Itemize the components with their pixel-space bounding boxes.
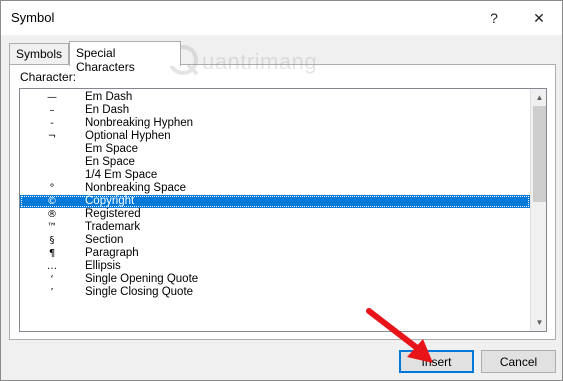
character-name: En Space: [85, 156, 135, 168]
character-name: Section: [85, 234, 124, 246]
symbol-dialog: Symbol ? ✕ Symbols Special Characters Ch…: [0, 0, 563, 381]
dialog-title: Symbol: [11, 10, 55, 25]
title-bar: Symbol ? ✕: [1, 1, 562, 35]
character-name: Nonbreaking Hyphen: [85, 117, 194, 129]
cancel-button-label: Cancel: [499, 354, 538, 369]
tab-symbols[interactable]: Symbols: [9, 43, 69, 65]
character-name: Em Dash: [85, 91, 133, 103]
character-list[interactable]: — Em Dash – En Dash - Nonbreaking Hyphen ¬ Opti…: [19, 88, 547, 332]
tab-symbols-label: Symbols: [16, 47, 63, 61]
character-symbol: —: [47, 92, 57, 103]
scroll-down-arrow-icon[interactable]: ▼: [531, 314, 546, 331]
character-name: Single Closing Quote: [85, 286, 194, 298]
character-name: Ellipsis: [85, 260, 121, 272]
character-row[interactable]: — Em Dash: [20, 91, 530, 104]
character-name: Single Opening Quote: [85, 273, 199, 285]
character-symbol: ™: [47, 222, 57, 233]
character-row[interactable]: 1/4 Em Space: [20, 169, 530, 182]
character-row[interactable]: - Nonbreaking Hyphen: [20, 117, 530, 130]
character-name: Trademark: [85, 221, 141, 233]
character-row[interactable]: ¶ Paragraph: [20, 247, 530, 260]
character-symbol: §: [49, 235, 55, 246]
character-row[interactable]: ’ Single Closing Quote: [20, 286, 530, 299]
vertical-scrollbar[interactable]: ▲ ▼: [530, 89, 546, 331]
character-symbol: –: [49, 105, 55, 116]
character-name: Optional Hyphen: [85, 130, 171, 142]
character-label: Character:: [20, 70, 77, 84]
character-symbol: ©: [47, 196, 57, 207]
character-name: Copyright: [85, 195, 135, 207]
character-symbol: -: [50, 118, 54, 129]
character-row[interactable]: Em Space: [20, 143, 530, 156]
character-symbol: ’: [50, 287, 54, 298]
character-row[interactable]: ¬ Optional Hyphen: [20, 130, 530, 143]
tab-special-characters[interactable]: Special Characters: [69, 41, 181, 74]
character-symbol: °: [49, 183, 55, 194]
character-symbol: ¬: [47, 131, 57, 142]
character-row[interactable]: ‘ Single Opening Quote: [20, 273, 530, 286]
character-name: En Dash: [85, 104, 130, 116]
tab-special-characters-label: Special Characters: [76, 46, 135, 74]
character-symbol: ¶: [48, 248, 56, 259]
cancel-button[interactable]: Cancel: [481, 350, 556, 373]
character-row[interactable]: ™ Trademark: [20, 221, 530, 234]
character-name: Nonbreaking Space: [85, 182, 187, 194]
close-icon: ✕: [533, 9, 545, 26]
character-symbol: ®: [47, 209, 57, 220]
character-symbol: …: [47, 261, 57, 272]
help-icon: ?: [490, 10, 498, 26]
character-row[interactable]: ° Nonbreaking Space: [20, 182, 530, 195]
scroll-thumb[interactable]: [533, 106, 546, 202]
character-row[interactable]: © Copyright: [20, 195, 530, 208]
character-row[interactable]: – En Dash: [20, 104, 530, 117]
character-row[interactable]: En Space: [20, 156, 530, 169]
insert-button[interactable]: Insert: [399, 350, 474, 373]
character-name: Em Space: [85, 143, 139, 155]
character-row[interactable]: ® Registered: [20, 208, 530, 221]
close-button[interactable]: ✕: [517, 5, 561, 31]
character-name: 1/4 Em Space: [85, 169, 158, 181]
character-row[interactable]: § Section: [20, 234, 530, 247]
character-name: Paragraph: [85, 247, 139, 259]
scroll-up-arrow-icon[interactable]: ▲: [531, 89, 546, 106]
character-row[interactable]: … Ellipsis: [20, 260, 530, 273]
insert-button-label: Insert: [421, 354, 452, 369]
character-symbol: ‘: [50, 274, 54, 285]
special-characters-panel: Character: — Em Dash – En Dash - Nonbreaking …: [9, 64, 556, 340]
character-name: Registered: [85, 208, 141, 220]
help-button[interactable]: ?: [471, 5, 517, 31]
